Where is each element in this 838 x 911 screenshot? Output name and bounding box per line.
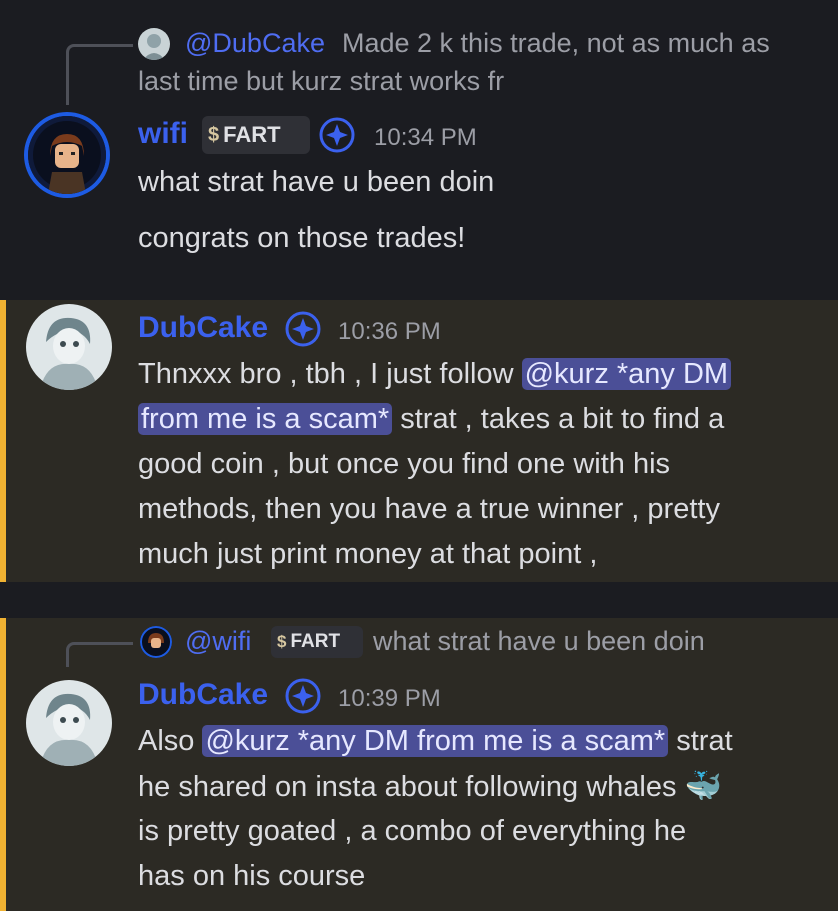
author-name-wifi[interactable]: wifi — [138, 117, 188, 151]
guild-tag-label: FART — [290, 631, 341, 652]
timestamp[interactable]: 10:39 PM — [338, 685, 441, 713]
mention-indicator-bar — [0, 300, 6, 582]
reply-avatar-wifi[interactable] — [140, 626, 172, 658]
avatar-wifi[interactable] — [24, 112, 110, 198]
message-line-2: he shared on insta about following whale… — [138, 764, 722, 810]
message-line-5: much just print money at that point , — [138, 538, 598, 570]
nitro-badge-icon[interactable] — [318, 116, 356, 154]
author-name-dubcake[interactable]: DubCake — [138, 311, 268, 345]
message-divider — [0, 582, 838, 618]
reply-text-line2[interactable]: last time but kurz strat works fr — [138, 66, 504, 97]
message-line: congrats on those trades! — [138, 222, 466, 254]
text-segment: strat — [668, 725, 733, 757]
reply-connector — [66, 44, 133, 105]
message-line-3: good coin , but once you find one with h… — [138, 448, 671, 480]
message-line-4: has on his course — [138, 860, 366, 892]
reply-text[interactable]: what strat have u been doin — [373, 626, 705, 657]
money-bag-icon: $ — [208, 123, 220, 146]
user-mention[interactable]: @kurz *any DM from me is a scam* — [202, 725, 669, 757]
guild-tag[interactable]: $ FART — [271, 626, 363, 658]
avatar-dubcake[interactable] — [26, 304, 112, 390]
user-mention[interactable]: @kurz *any DM — [521, 358, 732, 390]
reply-author[interactable]: @DubCake — [185, 28, 325, 59]
text-segment: Also — [138, 725, 203, 757]
text-segment: he shared on insta about following whale… — [138, 771, 677, 803]
whale-emoji: 🐳 — [684, 770, 722, 803]
message-line-1: Thnxxx bro , tbh , I just follow @kurz *… — [138, 352, 732, 397]
message-line-2: from me is a scam* strat , takes a bit t… — [138, 397, 724, 442]
message-line-3: is pretty goated , a combo of everything… — [138, 815, 687, 847]
text-segment: Thnxxx bro , tbh , I just follow — [138, 358, 522, 390]
message-line-1: Also @kurz *any DM from me is a scam* st… — [138, 719, 733, 764]
nitro-badge-icon[interactable] — [284, 310, 322, 348]
reply-avatar-dubcake[interactable] — [138, 28, 170, 60]
reply-text-line1[interactable]: Made 2 k this trade, not as much as — [342, 28, 770, 59]
reply-author[interactable]: @wifi — [185, 626, 251, 657]
text-segment: strat , takes a bit to find a — [392, 403, 725, 435]
timestamp[interactable]: 10:36 PM — [338, 318, 441, 346]
message-line: what strat have u been doin — [138, 166, 495, 198]
message-line-4: methods, then you have a true winner , p… — [138, 493, 720, 525]
timestamp[interactable]: 10:34 PM — [374, 124, 477, 152]
reply-connector — [66, 642, 133, 667]
nitro-badge-icon[interactable] — [284, 677, 322, 715]
mention-indicator-bar — [0, 618, 6, 911]
avatar-dubcake[interactable] — [26, 680, 112, 766]
user-mention[interactable]: from me is a scam* — [138, 403, 393, 435]
guild-tag-label: FART — [223, 122, 281, 147]
money-bag-icon: $ — [277, 632, 287, 651]
guild-tag[interactable]: $ FART — [202, 116, 310, 154]
author-name-dubcake[interactable]: DubCake — [138, 678, 268, 712]
